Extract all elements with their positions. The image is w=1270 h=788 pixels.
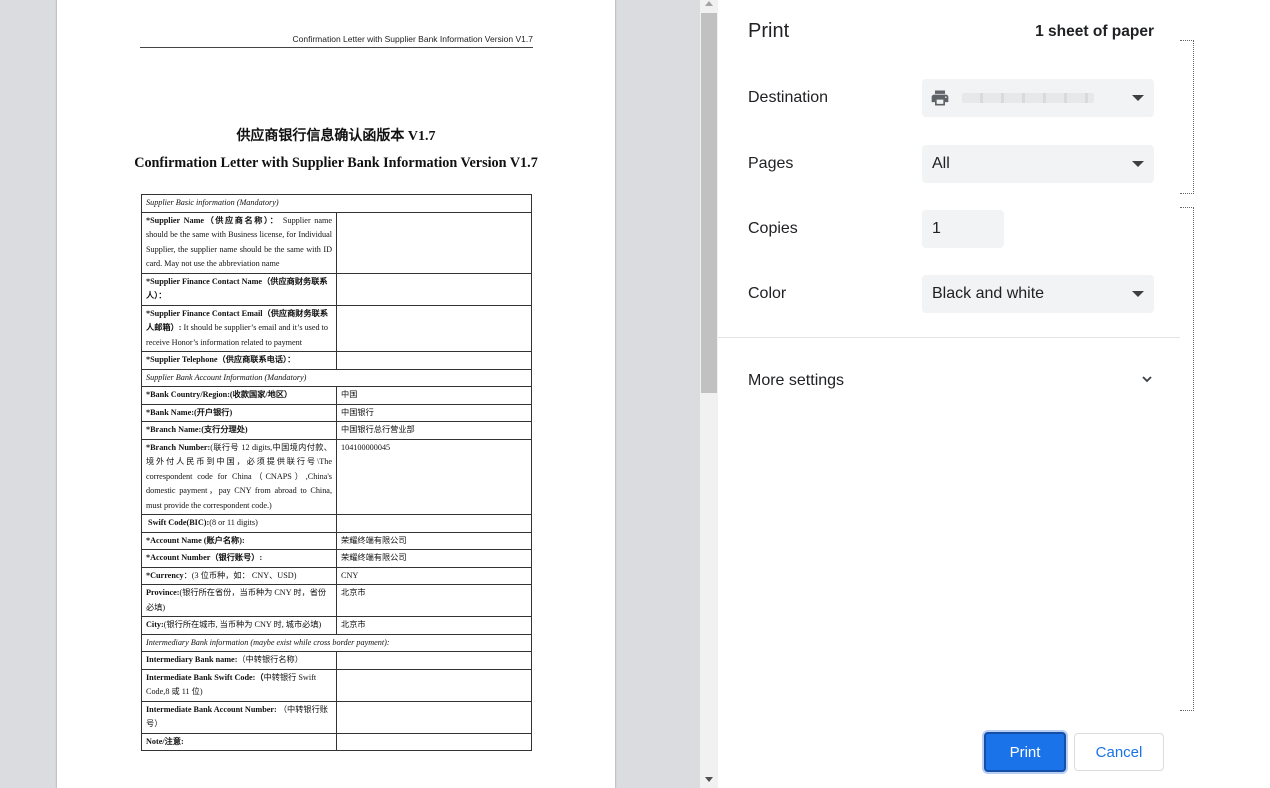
row-value [336,304,532,352]
row-label: *Bank Name:(开户银行) [146,407,233,417]
row-label: *Branch Name:(支行分理处) [146,425,248,434]
print-preview-area: Confirmation Letter with Supplier Bank I… [0,0,700,788]
table-row: *Bank Name:(开户银行) 中国银行 [141,403,532,422]
color-select[interactable]: Black and white [922,275,1154,313]
row-label: Intermediary Bank name: [146,655,238,664]
table-row: *Bank Country/Region:(收款国家/地区） 中国 [141,386,532,405]
print-button[interactable]: Print [984,732,1066,772]
color-value: Black and white [932,285,1045,302]
row-value: 中国 [336,386,532,405]
table-row: *Branch Number:(联行号 12 digits,中国境内付款、境外付… [141,438,532,515]
row-value: 中国银行总行营业部 [336,421,532,440]
destination-select[interactable] [922,79,1154,117]
copies-input[interactable] [922,210,1004,248]
row-value [336,514,532,533]
row-label: Intermediate Bank Swift Code:（ [146,672,264,682]
row-value: 104100000045 [336,438,532,515]
printer-icon [931,90,949,106]
row-label: Province: [146,588,180,597]
table-row: *Supplier Finance Contact Email（供应商财务联系人… [141,304,532,352]
doc-title-en: Confirmation Letter with Supplier Bank I… [134,155,538,171]
row-label: *Currency [146,570,184,580]
chevron-down-icon [1142,376,1152,383]
pages-label: Pages [748,155,794,172]
preview-page: Confirmation Letter with Supplier Bank I… [57,0,615,788]
dotted-bracket [1180,40,1194,194]
supplier-info-table: Supplier Basic information (Mandatory) *… [141,194,532,751]
row-value: 中国银行 [336,403,532,422]
table-row: Note/注意: [141,732,532,751]
pages-value: All [932,155,950,172]
panel-title: Print [748,20,790,42]
more-settings-label: More settings [748,372,845,389]
row-value: 荣耀终端有限公司 [336,531,532,550]
scrollbar-thumb[interactable] [701,13,717,393]
cancel-button[interactable]: Cancel [1074,733,1164,771]
row-label: *Supplier Name（供应商名称）： [146,215,280,225]
row-label: Swift Code(BIC): [148,518,210,527]
dotted-bracket [1180,207,1194,711]
row-label: Intermediate Bank Account Number: [146,704,277,714]
section-bank: Supplier Bank Account Information (Manda… [141,368,532,387]
table-row: *Supplier Telephone（供应商联系电话）： [141,351,532,370]
table-row: *Branch Name:(支行分理处) 中国银行总行营业部 [141,421,532,440]
destination-value-redacted [962,93,1094,103]
table-row: *Supplier Finance Contact Name（供应商财务联系人）… [141,272,532,306]
row-note: （中转银行名称） [237,655,303,664]
copies-label: Copies [748,220,798,237]
table-row: Swift Code(BIC):(8 or 11 digits) [141,514,532,533]
row-label: Note/注意: [146,736,184,746]
scroll-up-arrow-icon[interactable] [705,1,713,6]
destination-label: Destination [748,89,829,106]
more-settings-toggle[interactable]: More settings [748,372,1158,392]
divider [718,337,1180,338]
scroll-down-arrow-icon[interactable] [705,777,713,782]
row-label: *Account Number（银行账号）: [146,553,263,562]
row-value [336,351,532,370]
pages-select[interactable]: All [922,145,1154,183]
row-value [336,651,532,670]
table-row: *Account Name (账户名称): 荣耀终端有限公司 [141,531,532,550]
row-note: ：(3 位币种，如： CNY、USD) [183,570,297,580]
section-basic: Supplier Basic information (Mandatory) [141,194,532,213]
table-row: Intermediate Bank Account Number: （中转银行账… [141,700,532,734]
table-row: *Account Number（银行账号）: 荣耀终端有限公司 [141,549,532,568]
row-label: *Branch Number: [146,442,211,452]
row-value [336,732,532,751]
table-row: Intermediate Bank Swift Code:（中转银行 Swift… [141,668,532,702]
row-value: 荣耀终端有限公司 [336,549,532,568]
row-value [336,211,532,274]
section-intermediary: Intermediary Bank information (maybe exi… [141,633,532,652]
row-value: CNY [336,566,532,585]
table-row: Intermediary Bank name:（中转银行名称） [141,651,532,670]
preview-scrollbar[interactable] [700,0,718,788]
row-note: (联行号 12 digits,中国境内付款、境外付人民币到中国，必须提供联行号\… [146,442,332,510]
row-label: City: [146,620,164,629]
sheet-count: 1 sheet of paper [1035,23,1154,40]
row-value [336,700,532,734]
chevron-down-icon [1132,161,1144,167]
doc-title-cn: 供应商银行信息确认函版本 V1.7 [236,129,436,144]
row-label: *Supplier Finance Contact Name（供应商财务联系人）… [146,276,328,301]
row-label: *Bank Country/Region:(收款国家/地区） [146,390,293,399]
copies-field[interactable] [922,210,1004,248]
row-value: 北京市 [336,584,532,617]
row-value [336,668,532,702]
row-note: (银行所在城市, 当币种为 CNY 时, 城市必填) [163,620,322,629]
row-label: *Supplier Telephone（供应商联系电话）： [146,355,296,364]
row-label: *Account Name (账户名称): [146,535,245,545]
chevron-down-icon [1132,95,1144,101]
row-value [336,272,532,306]
table-row: Province:(银行所在省份，当币种为 CNY 时，省份必填) 北京市 [141,584,532,617]
chevron-down-icon [1132,291,1144,297]
doc-running-header: Confirmation Letter with Supplier Bank I… [140,34,533,48]
row-value: 北京市 [336,616,532,635]
table-row: City:(银行所在城市, 当币种为 CNY 时, 城市必填) 北京市 [141,616,532,635]
table-row: *Currency：(3 位币种，如： CNY、USD) CNY [141,566,532,585]
color-label: Color [748,285,787,302]
table-row: *Supplier Name（供应商名称）： Supplier name sho… [141,211,532,274]
row-note: (8 or 11 digits) [209,518,258,527]
